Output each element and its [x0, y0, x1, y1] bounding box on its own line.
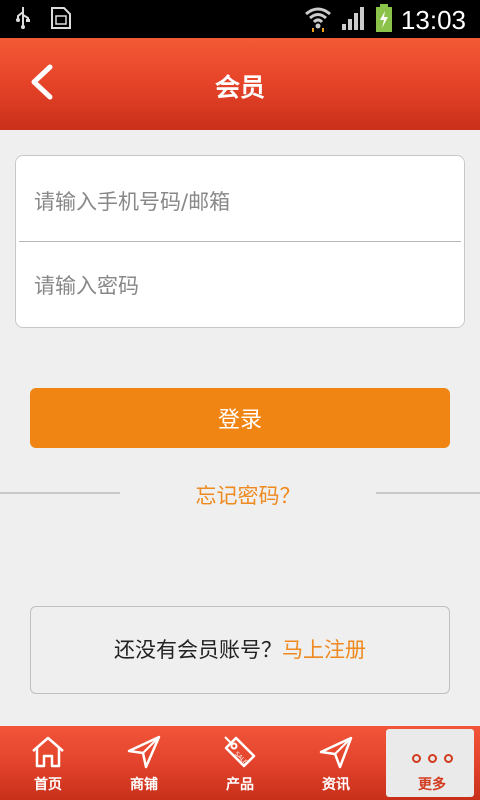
nav-label: 首页: [34, 777, 62, 793]
home-icon: [30, 734, 66, 770]
register-prompt: 还没有会员账号？: [114, 638, 282, 662]
nav-item-products[interactable]: SALE 产品: [192, 726, 288, 800]
divider-left: [0, 492, 120, 494]
bottom-nav: 首页 商铺 SALE 产品 资讯 更多: [0, 726, 480, 800]
register-box: 还没有会员账号？马上注册: [30, 606, 450, 694]
navigation-icon: [126, 734, 162, 770]
nav-item-shops[interactable]: 商铺: [96, 726, 192, 800]
nav-item-more[interactable]: 更多: [384, 726, 480, 800]
phone-email-input[interactable]: [34, 182, 444, 222]
password-input[interactable]: [34, 266, 444, 306]
nav-label: 更多: [418, 777, 446, 793]
register-link[interactable]: 马上注册: [282, 638, 366, 662]
login-button[interactable]: 登录: [30, 388, 450, 448]
signal-icon: [341, 4, 367, 36]
clock: 13:03: [400, 4, 466, 35]
page-title: 会员: [214, 73, 265, 102]
sim-icon: [50, 6, 72, 36]
battery-charging-icon: [375, 3, 393, 37]
usb-icon: [14, 6, 32, 36]
login-form: [15, 155, 465, 328]
nav-label: 资讯: [322, 777, 350, 793]
nav-label: 产品: [226, 777, 254, 793]
divider-right: [376, 492, 480, 494]
nav-item-news[interactable]: 资讯: [288, 726, 384, 800]
nav-label: 商铺: [130, 777, 158, 793]
send-icon: [318, 734, 354, 770]
forgot-password-link[interactable]: 忘记密码？: [120, 480, 376, 510]
form-divider: [19, 241, 461, 242]
wifi-icon: [303, 4, 333, 36]
sale-tag-icon: SALE: [222, 734, 258, 770]
nav-item-home[interactable]: 首页: [0, 726, 96, 800]
status-bar: 13:03: [0, 0, 480, 38]
app-header: 会员: [0, 38, 480, 130]
more-dots-icon: [411, 746, 453, 770]
